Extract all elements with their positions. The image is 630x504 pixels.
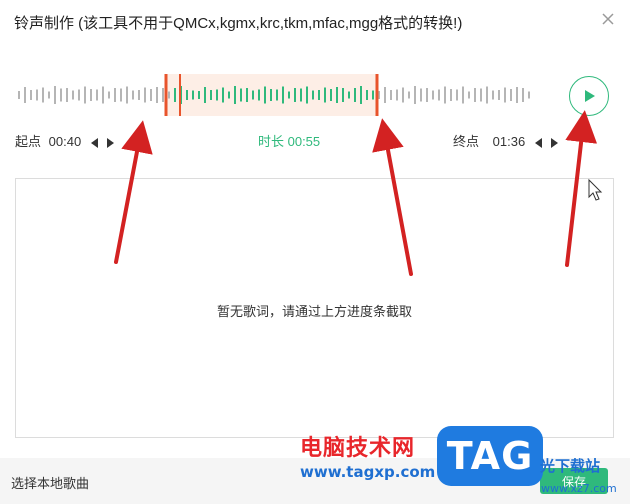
- watermark-site-url: www.tagxp.com: [300, 463, 436, 481]
- close-icon[interactable]: [600, 11, 616, 27]
- end-label: 终点: [453, 134, 480, 149]
- duration-text: 时长 00:55: [258, 134, 321, 149]
- start-next-icon[interactable]: [106, 137, 115, 148]
- lyrics-empty-message: 暂无歌词，请通过上方进度条截取: [216, 304, 412, 319]
- playhead-marker: [179, 74, 181, 116]
- watermark-download-url: www.xz7.com: [541, 482, 617, 495]
- end-next-icon[interactable]: [550, 137, 559, 148]
- start-prev-icon[interactable]: [90, 137, 99, 148]
- waveform[interactable]: [16, 74, 534, 116]
- end-prev-icon[interactable]: [534, 137, 543, 148]
- watermark-tag-badge: TAG: [437, 426, 543, 486]
- watermark-site-name: 电脑技术网: [300, 436, 416, 461]
- start-point: 起点 00:40: [15, 131, 115, 150]
- select-local-song-button[interactable]: 选择本地歌曲: [11, 473, 89, 492]
- watermark-download-text: 光下载站: [540, 457, 601, 475]
- window-title: 铃声制作 (该工具不用于QMCx,kgmx,krc,tkm,mfac,mgg格式…: [14, 15, 463, 32]
- start-time: 00:40: [48, 134, 82, 149]
- play-button[interactable]: [569, 76, 609, 116]
- start-label: 起点: [15, 134, 42, 149]
- end-point: 终点 01:36: [453, 131, 559, 150]
- selection-end-handle: [375, 74, 379, 116]
- lyrics-panel: 暂无歌词，请通过上方进度条截取: [15, 178, 614, 438]
- selection-start-handle: [164, 74, 168, 116]
- play-icon: [585, 90, 595, 102]
- end-time: 01:36: [492, 134, 526, 149]
